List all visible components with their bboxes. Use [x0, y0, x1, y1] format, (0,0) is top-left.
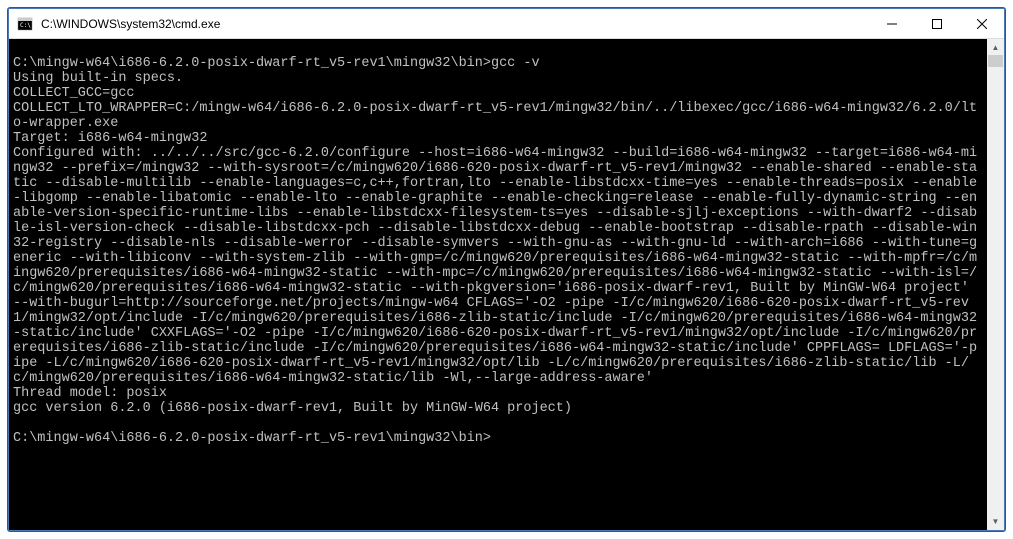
window-controls [869, 9, 1004, 38]
window-title: C:\WINDOWS\system32\cmd.exe [39, 17, 869, 31]
close-button[interactable] [959, 9, 1004, 38]
scroll-down-arrow[interactable]: ▼ [987, 513, 1004, 530]
scroll-up-arrow[interactable]: ▲ [987, 39, 1004, 56]
vertical-scrollbar[interactable]: ▲ ▼ [987, 39, 1004, 530]
maximize-button[interactable] [914, 9, 959, 38]
titlebar[interactable]: C:\ C:\WINDOWS\system32\cmd.exe [9, 9, 1004, 39]
terminal-output[interactable]: C:\mingw-w64\i686-6.2.0-posix-dwarf-rt_v… [9, 39, 987, 530]
minimize-button[interactable] [869, 9, 914, 38]
cmd-window: C:\ C:\WINDOWS\system32\cmd.exe C:\mingw… [8, 8, 1005, 531]
svg-text:C:\: C:\ [20, 22, 31, 29]
cmd-icon: C:\ [17, 16, 33, 32]
scrollbar-thumb[interactable] [988, 55, 1003, 67]
terminal-container: C:\mingw-w64\i686-6.2.0-posix-dwarf-rt_v… [9, 39, 1004, 530]
